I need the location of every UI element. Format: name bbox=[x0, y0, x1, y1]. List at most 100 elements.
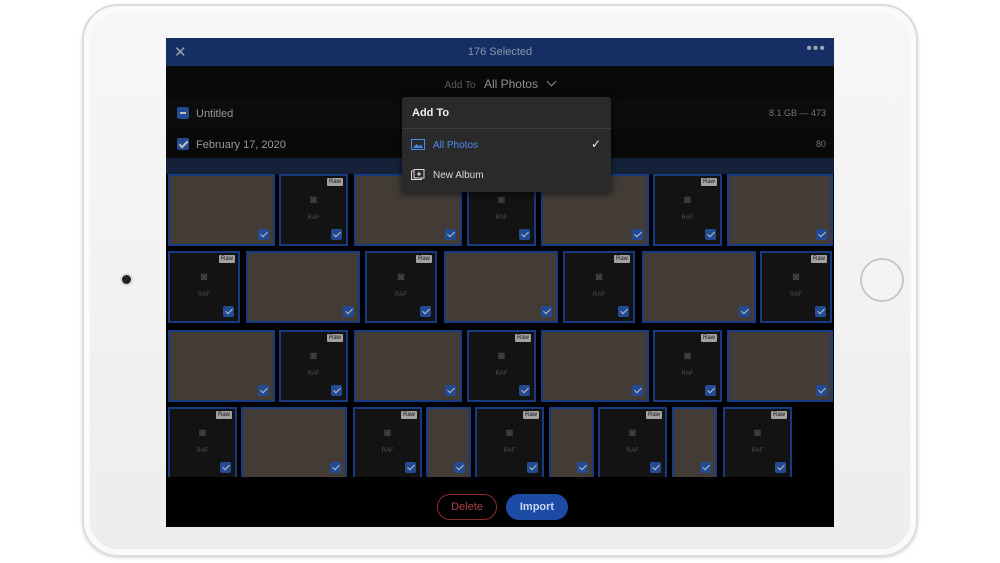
delete-button[interactable]: Delete bbox=[437, 494, 497, 520]
photo-tile[interactable] bbox=[549, 407, 594, 479]
raw-badge: Raw bbox=[218, 255, 235, 263]
raw-photo-tile[interactable]: Raw ◙ RAF bbox=[723, 407, 792, 479]
selected-check-icon[interactable] bbox=[223, 306, 234, 317]
selected-check-icon[interactable] bbox=[454, 462, 465, 473]
selected-check-icon[interactable] bbox=[220, 462, 231, 473]
section-name: Untitled bbox=[196, 108, 234, 120]
selected-check-icon[interactable] bbox=[331, 385, 342, 396]
file-type-label: RAF bbox=[381, 448, 394, 455]
selected-check-icon[interactable] bbox=[700, 462, 711, 473]
raw-badge: Raw bbox=[645, 411, 662, 419]
raw-photo-tile[interactable]: Raw ◙ RAF bbox=[475, 407, 544, 479]
selected-check-icon[interactable] bbox=[519, 385, 530, 396]
selected-check-icon[interactable] bbox=[258, 229, 269, 240]
raw-photo-tile[interactable]: Raw ◙ RAF bbox=[168, 251, 240, 323]
selected-check-icon[interactable] bbox=[816, 385, 827, 396]
photo-tile[interactable] bbox=[642, 251, 756, 323]
file-type-label: RAF bbox=[307, 371, 320, 378]
photo-tile[interactable] bbox=[168, 330, 275, 402]
selected-check-icon[interactable] bbox=[331, 229, 342, 240]
selected-check-icon[interactable] bbox=[775, 462, 786, 473]
selected-check-icon[interactable] bbox=[650, 462, 661, 473]
raw-badge: Raw bbox=[326, 178, 343, 186]
top-bar: ✕ 176 Selected ••• bbox=[166, 38, 834, 66]
selected-check-icon[interactable] bbox=[632, 229, 643, 240]
raw-badge: Raw bbox=[326, 334, 343, 342]
file-type-label: RAF bbox=[307, 215, 320, 222]
camera-icon: ◙ bbox=[792, 271, 800, 284]
file-type-label: RAF bbox=[395, 292, 407, 299]
raw-photo-tile[interactable]: Raw ◙ RAF bbox=[365, 251, 437, 323]
dropdown-divider bbox=[402, 128, 611, 129]
dropdown-item-label: All Photos bbox=[433, 140, 479, 151]
chevron-down-icon[interactable] bbox=[546, 76, 557, 87]
selection-count-title: 176 Selected bbox=[467, 46, 533, 58]
selected-check-icon[interactable] bbox=[541, 306, 552, 317]
selected-check-icon[interactable] bbox=[632, 385, 643, 396]
raw-photo-tile[interactable]: Raw ◙ RAF bbox=[563, 251, 635, 323]
camera-icon: ◙ bbox=[506, 427, 513, 440]
home-button[interactable] bbox=[860, 258, 904, 302]
add-to-label: Add To bbox=[444, 80, 476, 91]
selected-check-icon[interactable] bbox=[739, 306, 750, 317]
photo-tile[interactable] bbox=[672, 407, 717, 479]
dropdown-item-all-photos[interactable]: All Photos ✓ bbox=[402, 130, 611, 160]
add-to-value[interactable]: All Photos bbox=[484, 77, 538, 91]
dropdown-item-label: New Album bbox=[433, 170, 484, 181]
selected-check-icon[interactable] bbox=[445, 385, 456, 396]
more-options-icon[interactable]: ••• bbox=[806, 40, 826, 58]
photo-tile[interactable] bbox=[426, 407, 471, 479]
photo-grid: Raw ◙ RAF Raw ◙ RAF Raw ◙ RAF Raw ◙ RAF Raw ◙ RAF Raw ◙ R… bbox=[166, 174, 834, 522]
selected-check-icon[interactable] bbox=[258, 385, 269, 396]
selected-check-icon[interactable] bbox=[420, 306, 431, 317]
photo-tile[interactable] bbox=[241, 407, 347, 479]
raw-photo-tile[interactable]: Raw ◙ RAF bbox=[653, 174, 722, 246]
camera-icon: ◙ bbox=[684, 350, 691, 363]
selected-check-icon[interactable] bbox=[577, 462, 588, 473]
file-type-label: RAF bbox=[495, 215, 508, 222]
add-to-dropdown: Add To All Photos ✓ New Album bbox=[402, 97, 611, 192]
photo-tile[interactable] bbox=[727, 174, 833, 246]
raw-photo-tile[interactable]: Raw ◙ RAF bbox=[598, 407, 667, 479]
raw-photo-tile[interactable]: Raw ◙ RAF bbox=[279, 330, 348, 402]
camera-icon: ◙ bbox=[498, 350, 505, 363]
raw-badge: Raw bbox=[514, 334, 531, 342]
raw-photo-tile[interactable]: Raw ◙ RAF bbox=[168, 407, 237, 479]
section-checkbox[interactable] bbox=[177, 138, 189, 150]
section-checkbox[interactable] bbox=[177, 107, 189, 119]
selected-check-icon[interactable] bbox=[519, 229, 530, 240]
camera-icon: ◙ bbox=[595, 271, 603, 284]
selected-check-icon[interactable] bbox=[343, 306, 354, 317]
raw-photo-tile[interactable]: Raw ◙ RAF bbox=[279, 174, 348, 246]
selected-check-icon[interactable] bbox=[705, 385, 716, 396]
selected-check-icon[interactable] bbox=[330, 462, 341, 473]
photo-tile[interactable] bbox=[727, 330, 833, 402]
selected-check-icon[interactable] bbox=[815, 306, 826, 317]
raw-photo-tile[interactable]: Raw ◙ RAF bbox=[353, 407, 422, 479]
photo-tile[interactable] bbox=[246, 251, 360, 323]
photo-tile[interactable] bbox=[444, 251, 558, 323]
dropdown-item-new-album[interactable]: New Album bbox=[402, 160, 611, 190]
selected-check-icon[interactable] bbox=[405, 462, 416, 473]
raw-badge: Raw bbox=[810, 255, 827, 263]
raw-badge: Raw bbox=[700, 334, 717, 342]
section-meta: 80 bbox=[815, 139, 826, 149]
camera-icon: ◙ bbox=[200, 271, 208, 284]
camera-icon: ◙ bbox=[310, 194, 317, 207]
photo-tile[interactable] bbox=[168, 174, 275, 246]
file-type-label: RAF bbox=[196, 448, 209, 455]
import-button[interactable]: Import bbox=[506, 494, 568, 520]
raw-badge: Raw bbox=[770, 411, 787, 419]
add-to-selector[interactable]: Add To All Photos bbox=[166, 66, 834, 98]
raw-photo-tile[interactable]: Raw ◙ RAF bbox=[467, 330, 536, 402]
raw-photo-tile[interactable]: Raw ◙ RAF bbox=[653, 330, 722, 402]
selected-check-icon[interactable] bbox=[816, 229, 827, 240]
selected-check-icon[interactable] bbox=[618, 306, 629, 317]
camera-icon: ◙ bbox=[384, 427, 391, 440]
photo-tile[interactable] bbox=[541, 330, 649, 402]
photo-tile[interactable] bbox=[354, 330, 462, 402]
raw-photo-tile[interactable]: Raw ◙ RAF bbox=[760, 251, 832, 323]
selected-check-icon[interactable] bbox=[705, 229, 716, 240]
selected-check-icon[interactable] bbox=[445, 229, 456, 240]
selected-check-icon[interactable] bbox=[527, 462, 538, 473]
